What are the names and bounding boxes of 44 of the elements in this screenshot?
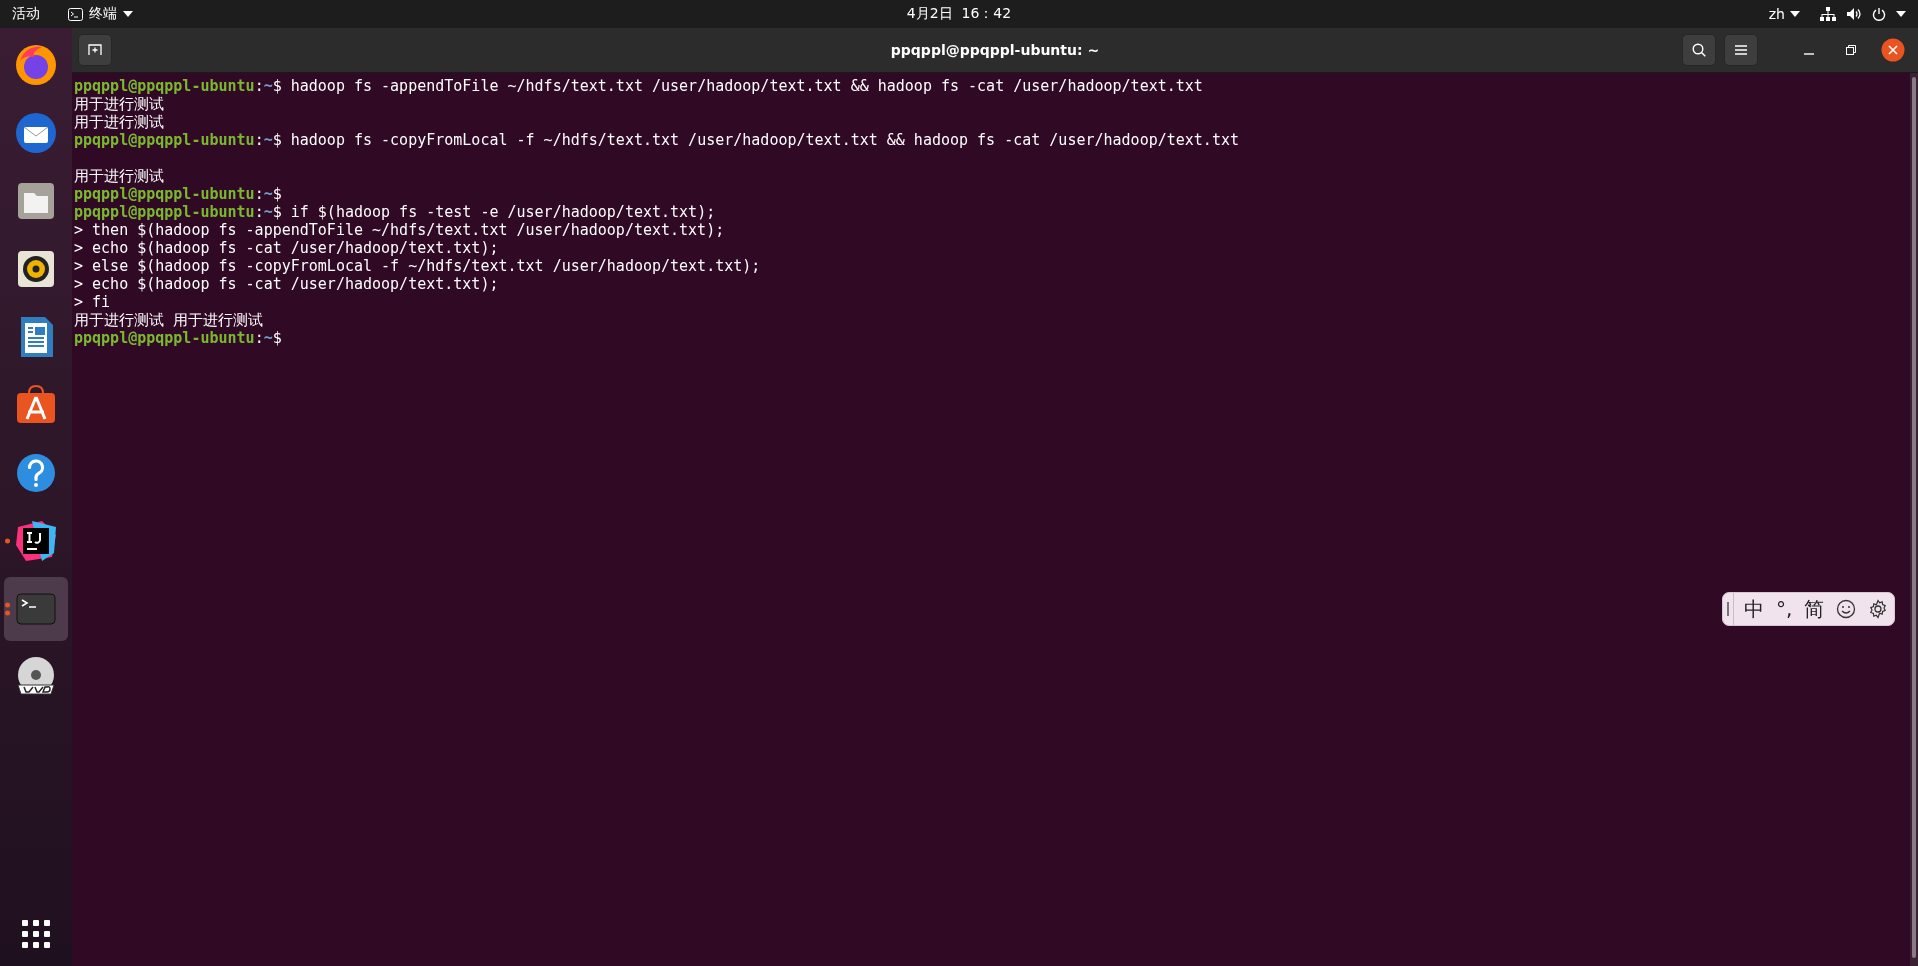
caret-icon — [1790, 11, 1800, 17]
menu-icon — [1735, 45, 1747, 55]
shell-prompt: ppqppl@ppqppl-ubuntu:~$ — [74, 329, 282, 347]
script-toggle[interactable]: 简 — [1804, 595, 1825, 623]
terminal-output: > else $(hadoop fs -copyFromLocal -f ~/hdfs/text.txt /user/hadoop/text.txt); — [74, 257, 761, 275]
settings-icon[interactable] — [1868, 599, 1889, 619]
input-language-menu[interactable]: zh — [1768, 6, 1800, 22]
shell-prompt: ppqppl@ppqppl-ubuntu:~$ — [74, 77, 282, 95]
smiley-icon[interactable] — [1836, 599, 1857, 619]
caret-icon — [123, 11, 133, 17]
power-icon[interactable] — [1872, 7, 1886, 21]
close-icon[interactable] — [1881, 38, 1905, 62]
punctuation-toggle[interactable]: °, — [1776, 597, 1793, 621]
terminal-output: > echo $(hadoop fs -cat /user/hadoop/text.txt); — [74, 275, 499, 293]
input-mode-toggle[interactable]: 中 — [1744, 595, 1764, 623]
scrollbar-thumb[interactable] — [1912, 77, 1916, 958]
clock[interactable]: 4月2日 16：42 — [906, 5, 1012, 21]
search-icon — [1692, 43, 1706, 57]
terminal-output: > then $(hadoop fs -appendToFile ~/hdfs/text.txt /user/hadoop/text.txt); — [74, 221, 725, 239]
search-button[interactable] — [1682, 34, 1716, 66]
shell-command: hadoop fs -copyFromLocal -f ~/hdfs/text.txt /user/hadoop/text.txt && hadoop fs -cat /user/hadoop/text.txt — [290, 131, 1239, 149]
menu-button[interactable] — [1724, 34, 1758, 66]
shell-prompt: ppqppl@ppqppl-ubuntu:~$ — [74, 203, 282, 221]
app-grid-icon[interactable] — [22, 920, 50, 948]
network-icon[interactable] — [1820, 7, 1836, 21]
new-tab-icon — [88, 44, 102, 56]
terminal-output: 用于进行测试 — [74, 95, 164, 113]
shell-command: if $(hadoop fs -test -e /user/hadoop/text.txt); — [290, 203, 716, 221]
terminal-output: 用于进行测试 用于进行测试 — [74, 311, 264, 329]
app-menu[interactable]: 终端 — [68, 5, 133, 23]
terminal-output: > fi — [74, 293, 111, 311]
window-title: ppqppl@ppqppl-ubuntu: ~ — [890, 42, 1100, 58]
terminal-output: 用于进行测试 — [74, 113, 164, 131]
restore-icon[interactable] — [1846, 45, 1856, 55]
shell-prompt: ppqppl@ppqppl-ubuntu:~$ — [74, 131, 282, 149]
activities-button[interactable]: 活动 — [12, 5, 40, 23]
terminal-icon — [68, 7, 83, 21]
terminal-output: 用于进行测试 — [74, 167, 164, 185]
shell-command: hadoop fs -appendToFile ~/hdfs/text.txt /user/hadoop/text.txt && hadoop fs -cat /user/hadoop/text.txt — [290, 77, 1203, 95]
shell-prompt: ppqppl@ppqppl-ubuntu:~$ — [74, 185, 282, 203]
terminal-output: > echo $(hadoop fs -cat /user/hadoop/text.txt); — [74, 239, 499, 257]
caret-icon — [1896, 11, 1906, 17]
volume-icon[interactable] — [1846, 7, 1862, 21]
new-tab-button[interactable] — [78, 34, 112, 66]
